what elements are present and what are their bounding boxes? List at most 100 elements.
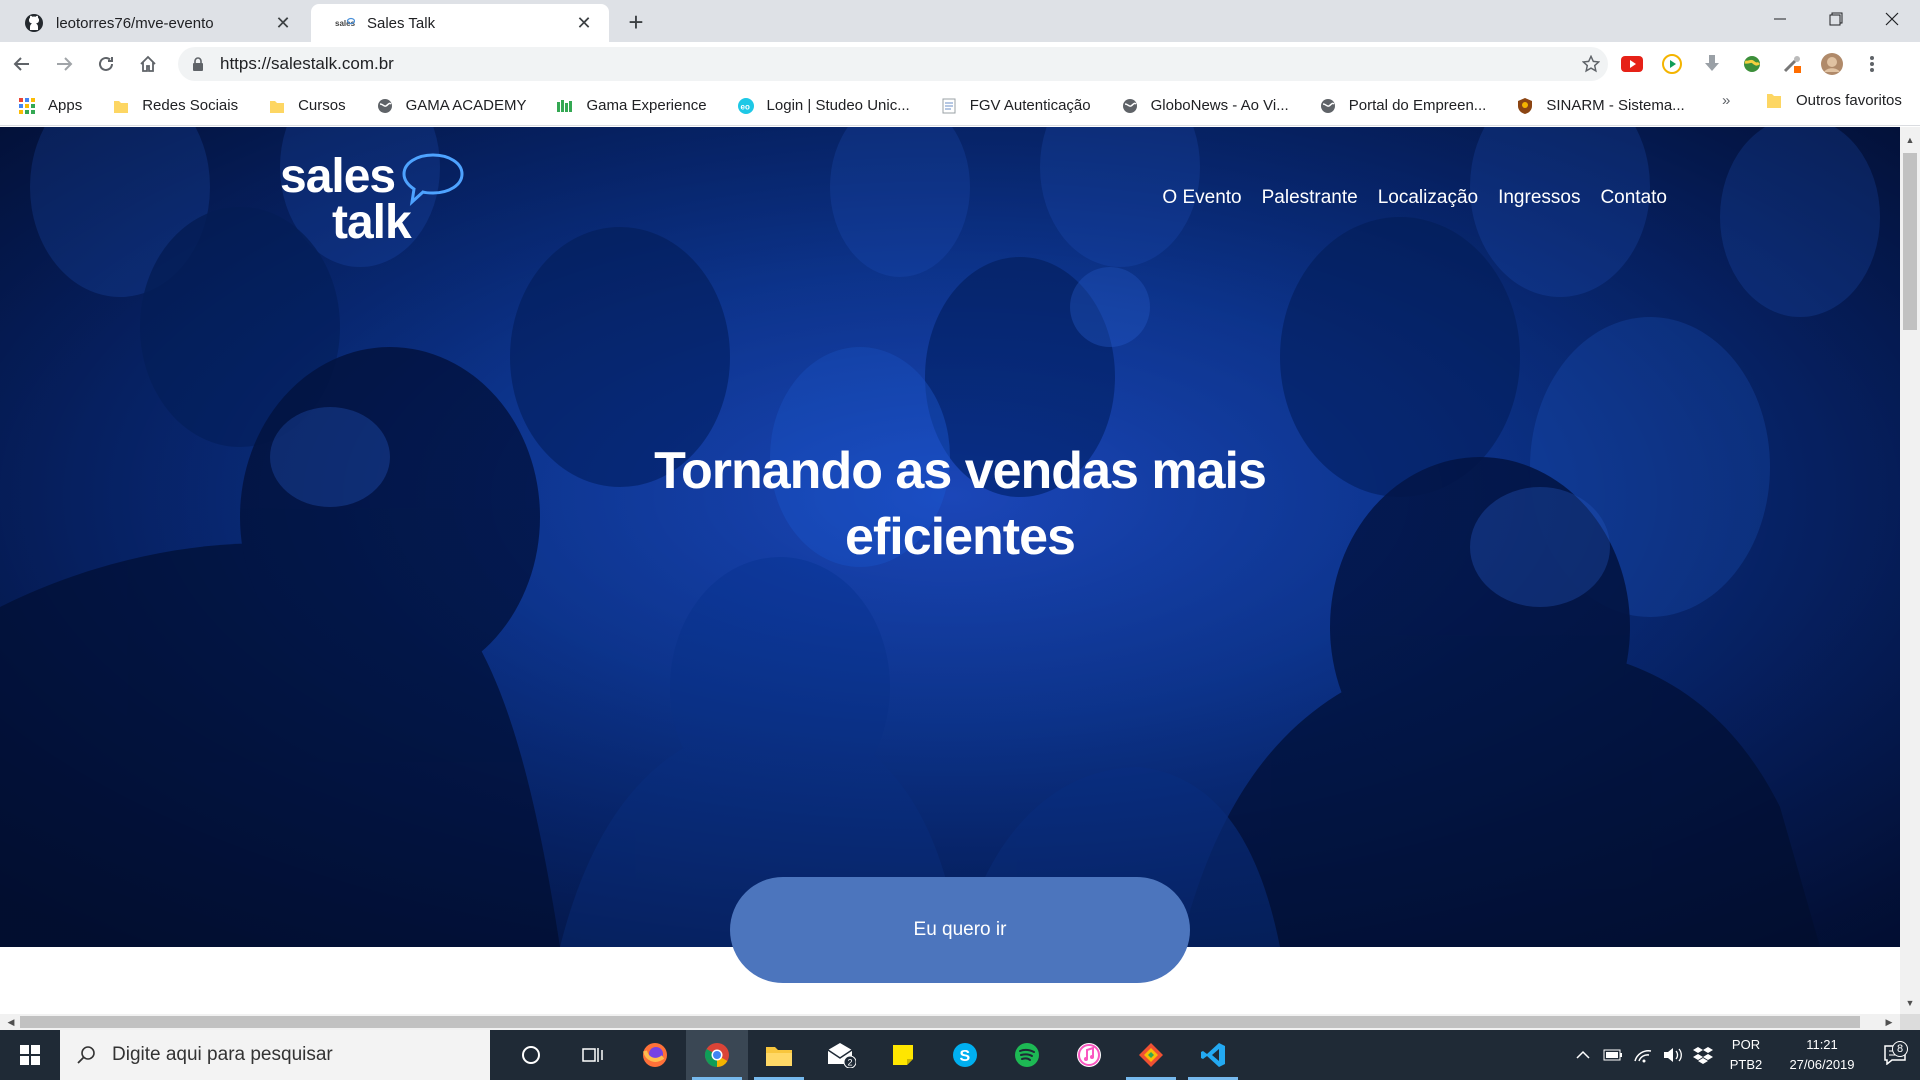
bookmark-label: GloboNews - Ao Vi... bbox=[1150, 97, 1289, 114]
itunes-icon[interactable] bbox=[1058, 1030, 1120, 1080]
eu-quero-ir-button[interactable]: Eu quero ir bbox=[730, 877, 1190, 983]
scrollbar-corner bbox=[1900, 1014, 1920, 1030]
action-center-icon[interactable]: 8 bbox=[1870, 1041, 1920, 1065]
show-hidden-icons-chevron[interactable] bbox=[1568, 1050, 1598, 1060]
bookmark-label: Apps bbox=[48, 97, 83, 114]
globe-icon bbox=[376, 97, 394, 115]
download-extension-icon[interactable] bbox=[1692, 50, 1732, 78]
cortana-icon[interactable] bbox=[500, 1030, 562, 1080]
spotify-icon[interactable] bbox=[996, 1030, 1058, 1080]
headline-line-2: eficientes bbox=[845, 508, 1076, 566]
globe-icon bbox=[1121, 97, 1139, 115]
scroll-down-arrow-icon[interactable]: ▼ bbox=[1900, 994, 1920, 1012]
clock-date: 27/06/2019 bbox=[1789, 1057, 1855, 1072]
bookmark-label: Gama Experience bbox=[586, 97, 707, 114]
lock-icon[interactable] bbox=[192, 57, 204, 71]
bookmarks-overflow-chevron[interactable]: » bbox=[1722, 92, 1730, 109]
tab-github[interactable]: leotorres76/mve-evento ✕ bbox=[0, 4, 308, 42]
folder-icon bbox=[1766, 91, 1784, 109]
page-icon bbox=[940, 97, 958, 115]
close-tab-icon[interactable]: ✕ bbox=[573, 12, 595, 34]
windows-start-icon[interactable] bbox=[0, 1030, 60, 1080]
sticky-notes-icon[interactable] bbox=[872, 1030, 934, 1080]
tab-sales-talk[interactable]: sales Sales Talk ✕ bbox=[311, 4, 609, 42]
windows-taskbar: Digite aqui para pesquisar 2 S POR PTB2 … bbox=[0, 1030, 1920, 1080]
search-placeholder: Digite aqui para pesquisar bbox=[112, 1044, 333, 1065]
file-explorer-icon[interactable] bbox=[748, 1030, 810, 1080]
horizontal-scrollbar-thumb[interactable] bbox=[20, 1016, 1860, 1028]
logo-text-talk: talk bbox=[332, 196, 412, 249]
language-code: POR bbox=[1731, 1037, 1761, 1052]
nav-link-contato[interactable]: Contato bbox=[1600, 187, 1667, 209]
skype-icon[interactable]: S bbox=[934, 1030, 996, 1080]
nav-link-localizacao[interactable]: Localização bbox=[1378, 187, 1478, 209]
back-icon[interactable] bbox=[2, 46, 42, 82]
nav-link-palestrante[interactable]: Palestrante bbox=[1262, 187, 1358, 209]
address-bar[interactable]: https://salestalk.com.br bbox=[178, 47, 1608, 81]
nav-link-ingressos[interactable]: Ingressos bbox=[1498, 187, 1580, 209]
url-text[interactable]: https://salestalk.com.br bbox=[220, 54, 1574, 74]
headline-line-1: Tornando as vendas mais bbox=[654, 442, 1267, 500]
bookmark-gama-academy[interactable]: GAMA ACADEMY bbox=[358, 91, 539, 121]
chrome-icon[interactable] bbox=[686, 1030, 748, 1080]
tab-title: leotorres76/mve-evento bbox=[56, 14, 214, 32]
bookmark-gama-experience[interactable]: Gama Experience bbox=[538, 91, 718, 121]
bookmark-sinarm[interactable]: SINARM - Sistema... bbox=[1498, 91, 1696, 121]
bookmark-fgv[interactable]: FGV Autenticação bbox=[922, 91, 1103, 121]
bookmark-apps[interactable]: Apps bbox=[0, 91, 94, 121]
profile-avatar[interactable] bbox=[1812, 50, 1852, 78]
gitkraken-icon[interactable] bbox=[1120, 1030, 1182, 1080]
bookmark-label: Redes Sociais bbox=[142, 97, 239, 114]
notification-count-badge: 8 bbox=[1892, 1041, 1908, 1057]
close-tab-icon[interactable]: ✕ bbox=[272, 12, 294, 34]
menu-kebab-icon[interactable] bbox=[1852, 50, 1892, 78]
system-tray: POR PTB2 11:21 27/06/2019 8 bbox=[1568, 1030, 1920, 1080]
home-icon[interactable] bbox=[128, 46, 168, 82]
tab-title: Sales Talk bbox=[367, 14, 436, 32]
reload-icon[interactable] bbox=[86, 46, 126, 82]
bookmark-outros-favoritos[interactable]: Outros favoritos bbox=[1766, 91, 1902, 109]
bookmark-portal-empreendedor[interactable]: Portal do Empreen... bbox=[1301, 91, 1499, 121]
bookmark-studeo[interactable]: eo Login | Studeo Unic... bbox=[719, 91, 922, 121]
page-viewport: sales talk O Evento Palestrante Localiza… bbox=[0, 127, 1900, 1014]
task-view-icon[interactable] bbox=[562, 1030, 624, 1080]
battery-icon[interactable] bbox=[1598, 1049, 1628, 1061]
svg-text:eo: eo bbox=[740, 102, 749, 111]
tools-extension-icon[interactable] bbox=[1772, 50, 1812, 78]
globe-extension-icon[interactable] bbox=[1732, 50, 1772, 78]
mail-badge-count: 2 bbox=[848, 1058, 853, 1068]
horizontal-scrollbar[interactable]: ◀ ▶ bbox=[0, 1014, 1900, 1030]
bookmark-label: Portal do Empreen... bbox=[1348, 97, 1487, 114]
scroll-left-arrow-icon[interactable]: ◀ bbox=[2, 1014, 20, 1030]
vertical-scrollbar-thumb[interactable] bbox=[1903, 153, 1917, 330]
clock-time: 11:21 bbox=[1806, 1037, 1838, 1052]
input-language-indicator[interactable]: POR PTB2 bbox=[1718, 1035, 1774, 1075]
dropbox-icon[interactable] bbox=[1688, 1046, 1718, 1064]
volume-icon[interactable] bbox=[1658, 1047, 1688, 1063]
bookmark-label: GAMA ACADEMY bbox=[405, 97, 527, 114]
taskbar-search-box[interactable]: Digite aqui para pesquisar bbox=[60, 1030, 490, 1080]
scroll-up-arrow-icon[interactable]: ▲ bbox=[1900, 131, 1920, 149]
extensions-area bbox=[1612, 50, 1892, 78]
speech-bubble-icon bbox=[402, 153, 464, 206]
restore-icon[interactable] bbox=[1808, 0, 1864, 38]
bookmark-cursos[interactable]: Cursos bbox=[250, 91, 358, 121]
nav-link-o-evento[interactable]: O Evento bbox=[1162, 187, 1241, 209]
bookmark-globonews[interactable]: GloboNews - Ao Vi... bbox=[1103, 91, 1301, 121]
mail-icon[interactable]: 2 bbox=[810, 1030, 872, 1080]
vertical-scrollbar[interactable]: ▲ ▼ bbox=[1900, 127, 1920, 1014]
wifi-icon[interactable] bbox=[1628, 1047, 1658, 1063]
minimize-icon[interactable] bbox=[1752, 0, 1808, 38]
firefox-icon[interactable] bbox=[624, 1030, 686, 1080]
clock[interactable]: 11:21 27/06/2019 bbox=[1774, 1035, 1870, 1075]
close-window-icon[interactable] bbox=[1864, 0, 1920, 38]
bookmark-star-icon[interactable] bbox=[1574, 55, 1608, 73]
youtube-extension-icon[interactable] bbox=[1612, 50, 1652, 78]
forward-icon[interactable] bbox=[44, 46, 84, 82]
bookmark-redes-sociais[interactable]: Redes Sociais bbox=[94, 91, 250, 121]
new-tab-button[interactable]: + bbox=[620, 6, 652, 38]
vscode-icon[interactable] bbox=[1182, 1030, 1244, 1080]
scroll-right-arrow-icon[interactable]: ▶ bbox=[1880, 1014, 1898, 1030]
play-extension-icon[interactable] bbox=[1652, 50, 1692, 78]
apps-grid-icon bbox=[18, 97, 36, 115]
